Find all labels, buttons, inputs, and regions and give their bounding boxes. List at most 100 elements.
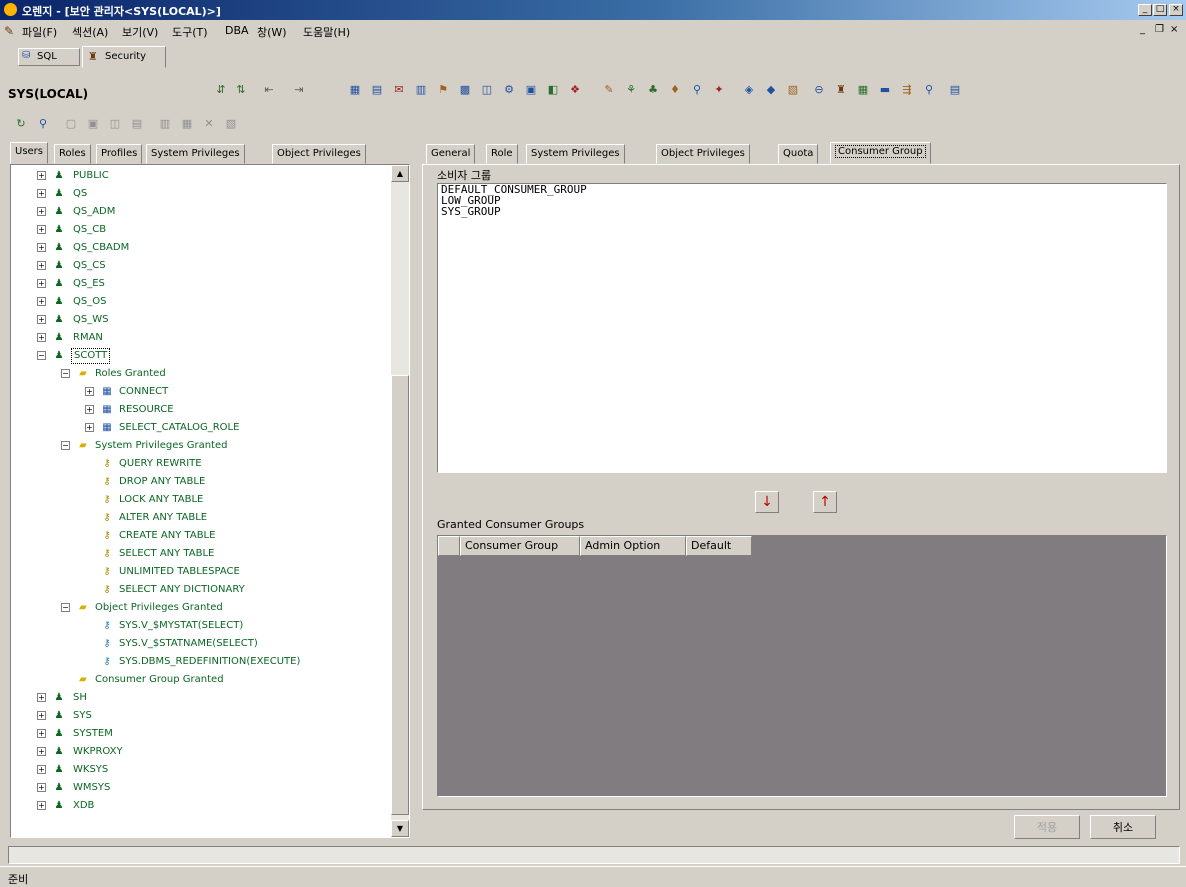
tree-user[interactable]: + ♟ QS_OS xyxy=(37,293,387,311)
tab-roles[interactable]: Roles xyxy=(54,144,91,164)
expand-icon[interactable]: + xyxy=(85,405,94,414)
expand-icon[interactable]: + xyxy=(37,171,46,180)
tool-25-button[interactable]: ⇶ xyxy=(898,82,916,100)
expand-icon[interactable]: + xyxy=(37,801,46,810)
tab-system-privileges-right[interactable]: System Privileges xyxy=(526,144,625,164)
expand-icon[interactable]: + xyxy=(37,243,46,252)
tab-users[interactable]: Users xyxy=(10,142,49,164)
filter-button[interactable]: ⚲ xyxy=(34,116,52,134)
tab-system-privileges[interactable]: System Privileges xyxy=(146,144,245,164)
tree-object-privilege[interactable]: ⚷ SYS.V_$STATNAME(SELECT) xyxy=(99,635,387,653)
expand-icon[interactable]: + xyxy=(85,423,94,432)
scroll-up-button[interactable]: ▲ xyxy=(391,165,409,182)
tree-user[interactable]: + ♟ QS_ADM xyxy=(37,203,387,221)
move-up-button[interactable]: ↑ xyxy=(813,491,837,513)
tree-user[interactable]: + ♟ QS_WS xyxy=(37,311,387,329)
tree-scrollbar[interactable]: ▲ ▼ xyxy=(391,165,409,837)
collapse-icon[interactable]: − xyxy=(61,603,70,612)
tool-8-button[interactable]: ⚙ xyxy=(500,82,518,100)
tab-sql[interactable]: ⛁ SQL xyxy=(18,48,80,66)
expand-icon[interactable]: + xyxy=(37,261,46,270)
tree-folder-consumer[interactable]: ▰ Consumer Group Granted xyxy=(75,671,387,689)
tab-profiles[interactable]: Profiles xyxy=(96,144,143,164)
minimize-icon[interactable]: _ xyxy=(1138,4,1152,16)
tree-user[interactable]: + ♟ PUBLIC xyxy=(37,167,387,185)
consumer-group-list[interactable]: DEFAULT_CONSUMER_GROUP LOW_GROUP SYS_GRO… xyxy=(437,183,1167,473)
tool-19-button[interactable]: ◆ xyxy=(762,82,780,100)
tool-26-button[interactable]: ▤ xyxy=(946,82,964,100)
menu-tools[interactable]: 도구(T) xyxy=(172,24,208,40)
tool-21-button[interactable]: ⊖ xyxy=(810,82,828,100)
tool-20-button[interactable]: ▧ xyxy=(784,82,802,100)
expand-icon[interactable]: + xyxy=(37,207,46,216)
scroll-thumb[interactable] xyxy=(391,375,409,815)
tab-general[interactable]: General xyxy=(426,144,476,164)
paste-button[interactable]: ▤ xyxy=(128,116,146,134)
tree-user[interactable]: + ♟ QS_CB xyxy=(37,221,387,239)
collapse-icon[interactable]: − xyxy=(61,441,70,450)
expand-icon[interactable]: + xyxy=(37,279,46,288)
expand-icon[interactable]: + xyxy=(37,225,46,234)
expand-icon[interactable]: + xyxy=(37,747,46,756)
tree-user[interactable]: + ♟ WKPROXY xyxy=(37,743,387,761)
expand-icon[interactable]: + xyxy=(37,315,46,324)
menu-file[interactable]: 파일(F) xyxy=(22,24,57,40)
tree-privilege[interactable]: ⚷ DROP ANY TABLE xyxy=(99,473,387,491)
tool-15-button[interactable]: ♦ xyxy=(666,82,684,100)
tree-privilege[interactable]: ⚷ SELECT ANY DICTIONARY xyxy=(99,581,387,599)
tree-privilege[interactable]: ⚷ UNLIMITED TABLESPACE xyxy=(99,563,387,581)
consumer-group-item[interactable]: LOW_GROUP xyxy=(438,195,1166,206)
tool-14-button[interactable]: ♣ xyxy=(644,82,662,100)
menu-help[interactable]: 도움말(H) xyxy=(303,24,350,40)
expand-icon[interactable]: + xyxy=(37,333,46,342)
menu-window[interactable]: 창(W) xyxy=(257,24,287,40)
collapse-icon[interactable]: − xyxy=(37,351,46,360)
tree-user[interactable]: + ♟ SYS xyxy=(37,707,387,725)
tool-7-button[interactable]: ◫ xyxy=(478,82,496,100)
tree-privilege[interactable]: ⚷ LOCK ANY TABLE xyxy=(99,491,387,509)
tool-10-button[interactable]: ◧ xyxy=(544,82,562,100)
tab-security[interactable]: ♜ Security xyxy=(82,46,166,68)
tree-folder-objprivs[interactable]: − ▰ Object Privileges Granted xyxy=(61,599,387,617)
tool-9-button[interactable]: ▣ xyxy=(522,82,540,100)
tab-object-privileges-right[interactable]: Object Privileges xyxy=(656,144,750,164)
tool-4-button[interactable]: ▥ xyxy=(412,82,430,100)
collapse-icon[interactable]: − xyxy=(61,369,70,378)
list-button[interactable]: ▦ xyxy=(178,116,196,134)
expand-icon[interactable]: + xyxy=(37,711,46,720)
tree-privilege[interactable]: ⚷ SELECT ANY TABLE xyxy=(99,545,387,563)
tab-quota[interactable]: Quota xyxy=(778,144,819,164)
column-admin-option[interactable]: Admin Option xyxy=(580,536,686,556)
disconnect-button[interactable]: ⇅ xyxy=(232,82,250,100)
tool-13-button[interactable]: ⚘ xyxy=(622,82,640,100)
previous-button[interactable]: ⇤ xyxy=(260,82,278,100)
tree-user[interactable]: + ♟ WMSYS xyxy=(37,779,387,797)
tab-object-privileges[interactable]: Object Privileges xyxy=(272,144,366,164)
mdi-restore-icon[interactable]: ❐ xyxy=(1155,24,1164,35)
expand-icon[interactable]: + xyxy=(37,729,46,738)
tree-user[interactable]: + ♟ WKSYS xyxy=(37,761,387,779)
menu-dba[interactable]: DBA xyxy=(225,24,249,37)
tree-user[interactable]: + ♟ QS_CS xyxy=(37,257,387,275)
tree-object-privilege[interactable]: ⚷ SYS.DBMS_REDEFINITION(EXECUTE) xyxy=(99,653,387,671)
menu-view[interactable]: 보기(V) xyxy=(122,24,158,40)
tree-privilege[interactable]: ⚷ CREATE ANY TABLE xyxy=(99,527,387,545)
tool-18-button[interactable]: ◈ xyxy=(740,82,758,100)
move-down-button[interactable]: ↓ xyxy=(755,491,779,513)
tree-user[interactable]: + ♟ QS_CBADM xyxy=(37,239,387,257)
tree-user[interactable]: + ♟ RMAN xyxy=(37,329,387,347)
expand-icon[interactable]: + xyxy=(37,189,46,198)
tab-consumer-group[interactable]: Consumer Group xyxy=(830,142,931,164)
scroll-down-button[interactable]: ▼ xyxy=(391,820,409,837)
tree-role[interactable]: + ▦ RESOURCE xyxy=(85,401,387,419)
tree-role[interactable]: + ▦ CONNECT xyxy=(85,383,387,401)
tree-user[interactable]: + ♟ SYSTEM xyxy=(37,725,387,743)
expand-icon[interactable]: + xyxy=(37,783,46,792)
consumer-group-item[interactable]: SYS_GROUP xyxy=(438,206,1166,217)
properties-button[interactable]: ▧ xyxy=(222,116,240,134)
bottom-scroll-area[interactable] xyxy=(8,846,1180,864)
tree-user[interactable]: + ♟ QS_ES xyxy=(37,275,387,293)
new-button[interactable]: ▢ xyxy=(62,116,80,134)
tab-role[interactable]: Role xyxy=(486,144,518,164)
tree-user[interactable]: + ♟ QS xyxy=(37,185,387,203)
